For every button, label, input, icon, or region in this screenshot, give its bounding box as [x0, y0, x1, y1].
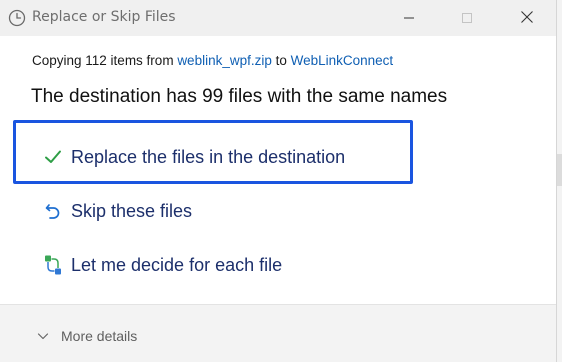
- source-link[interactable]: weblink_wpf.zip: [177, 53, 272, 68]
- more-details-label: More details: [61, 328, 138, 344]
- minimize-button[interactable]: [386, 0, 432, 36]
- decide-each-file-label: Let me decide for each file: [71, 254, 283, 275]
- copy-summary: Copying 112 items from weblink_wpf.zip t…: [32, 53, 393, 68]
- replace-skip-dialog: Replace or Skip Files Copying 112 items …: [0, 0, 557, 362]
- title-bar[interactable]: Replace or Skip Files: [0, 0, 556, 36]
- page: Replace or Skip Files Copying 112 items …: [0, 0, 562, 362]
- background-window-scrollbar: [557, 154, 562, 186]
- close-icon: [520, 9, 534, 28]
- skip-files-label: Skip these files: [71, 200, 193, 221]
- compare-files-icon: [42, 254, 64, 276]
- maximize-button: [444, 0, 490, 36]
- skip-files-option[interactable]: Skip these files: [42, 194, 192, 228]
- destination-link[interactable]: WebLinkConnect: [291, 53, 394, 68]
- minimize-icon: [403, 9, 415, 28]
- summary-middle: to: [271, 53, 291, 68]
- replace-files-option[interactable]: Replace the files in the destination: [42, 140, 345, 174]
- dialog-footer: More details: [0, 304, 556, 362]
- more-details-toggle[interactable]: More details: [36, 328, 137, 344]
- chevron-down-icon: [36, 329, 50, 343]
- maximize-icon: [461, 9, 473, 28]
- replace-files-label: Replace the files in the destination: [71, 146, 346, 167]
- checkmark-icon: [42, 146, 64, 168]
- conflict-heading: The destination has 99 files with the sa…: [31, 86, 448, 107]
- summary-prefix: Copying 112 items from: [32, 53, 178, 68]
- close-button[interactable]: [504, 0, 550, 36]
- window-title: Replace or Skip Files: [32, 9, 176, 25]
- clock-icon: [7, 8, 27, 28]
- dialog-content: Copying 112 items from weblink_wpf.zip t…: [0, 36, 556, 304]
- undo-arrow-icon: [42, 200, 64, 222]
- decide-each-file-option[interactable]: Let me decide for each file: [42, 248, 282, 282]
